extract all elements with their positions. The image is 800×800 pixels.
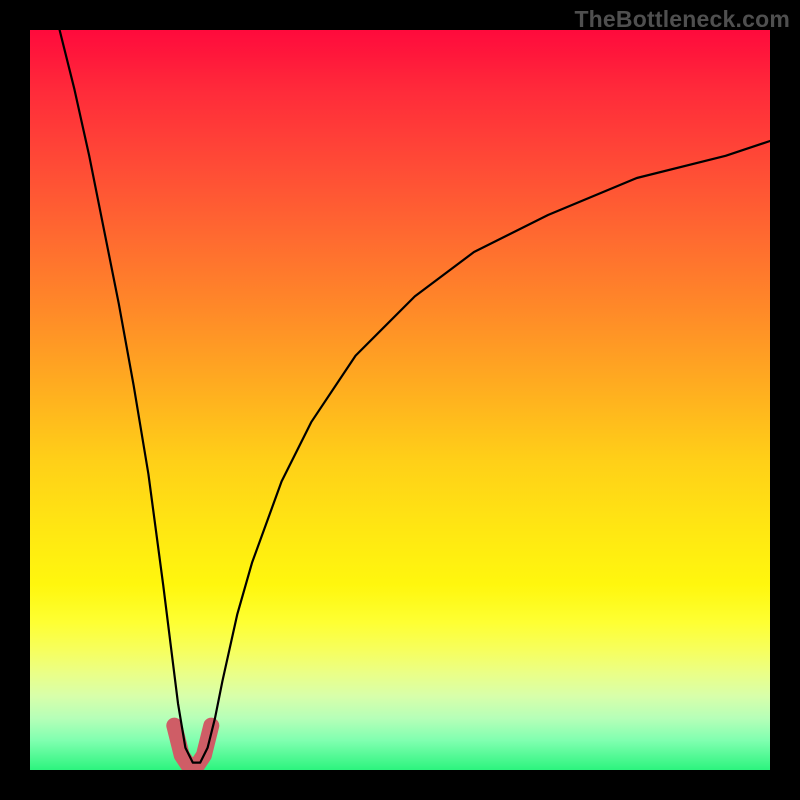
watermark-text: TheBottleneck.com [574,6,790,33]
chart-plot-area [30,30,770,770]
chart-frame: TheBottleneck.com [0,0,800,800]
bottleneck-curve-path [60,30,770,763]
chart-svg [30,30,770,770]
